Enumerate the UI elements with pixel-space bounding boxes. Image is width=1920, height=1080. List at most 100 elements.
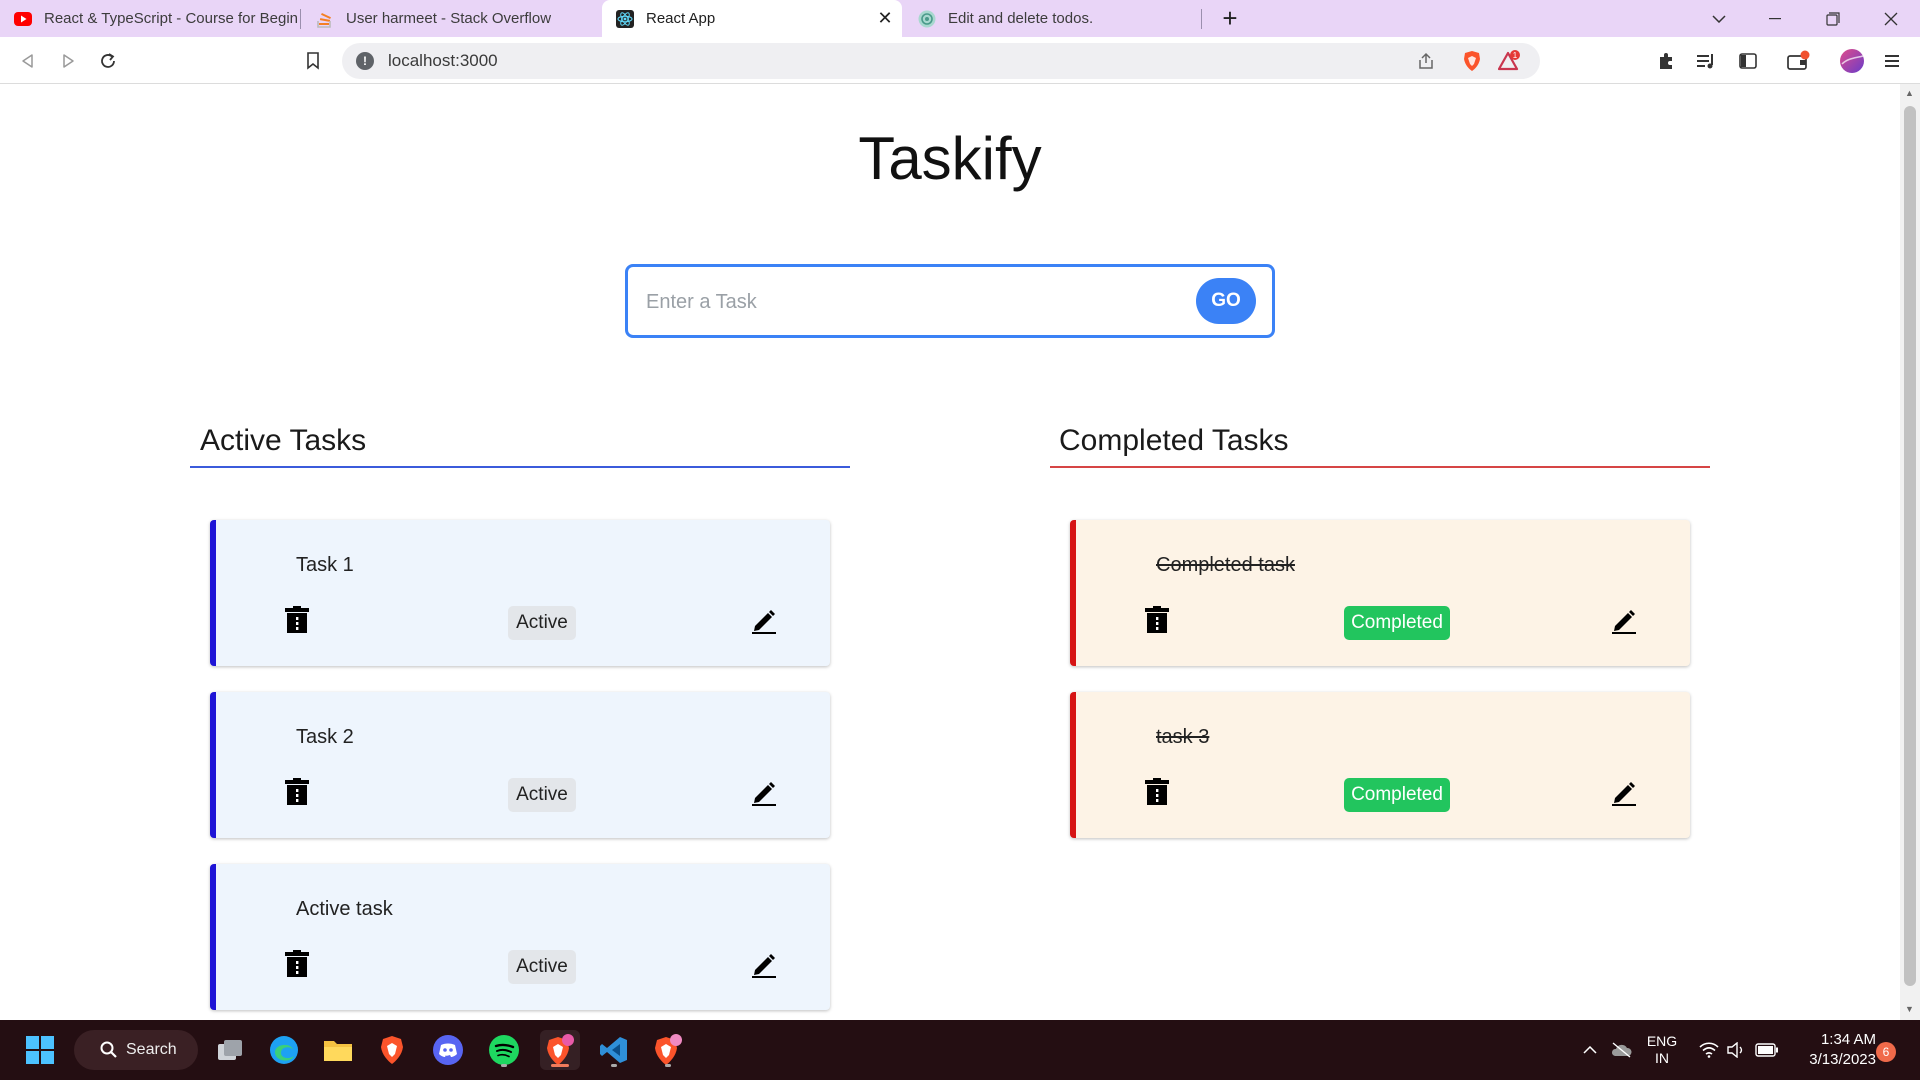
volume-icon[interactable] — [1724, 1020, 1748, 1080]
edit-pencil-icon[interactable] — [1610, 606, 1638, 634]
tab-stackoverflow[interactable]: User harmeet - Stack Overflow — [302, 0, 600, 37]
browser-tab-strip: React & TypeScript - Course for Begin Us… — [0, 0, 1920, 37]
status-badge: Completed — [1344, 778, 1450, 812]
tab-react-app[interactable]: React App ✕ — [602, 0, 902, 37]
brave-nightly-taskbar-icon[interactable] — [540, 1030, 580, 1070]
task-view-icon[interactable] — [210, 1030, 250, 1070]
battery-icon[interactable] — [1752, 1020, 1782, 1080]
active-task-card: Task 2 Active — [210, 692, 830, 838]
running-indicator — [611, 1064, 617, 1067]
stackoverflow-icon — [316, 10, 334, 28]
file-explorer-icon[interactable] — [318, 1030, 358, 1070]
active-tasks-heading: Active Tasks — [200, 424, 367, 457]
close-window-icon[interactable] — [1868, 0, 1914, 37]
restore-window-icon[interactable] — [1810, 0, 1856, 37]
active-window-indicator — [551, 1064, 569, 1067]
completed-heading-divider — [1050, 466, 1710, 468]
delete-icon[interactable] — [1144, 778, 1170, 806]
status-badge: Completed — [1344, 606, 1450, 640]
tab-title: React App — [646, 10, 716, 27]
delete-icon[interactable] — [284, 606, 310, 634]
brave-shields-icon[interactable] — [1458, 47, 1486, 75]
completed-tasks-heading: Completed Tasks — [1059, 424, 1289, 457]
brave-rewards-icon[interactable]: 1 — [1496, 47, 1524, 75]
taskbar-search-label: Search — [126, 1041, 177, 1058]
tab-chatgpt[interactable]: Edit and delete todos. — [904, 0, 1200, 37]
taskbar-clock[interactable]: 1:34 AM 3/13/2023 — [1796, 1030, 1876, 1070]
rewards-badge-count: 1 — [1513, 51, 1518, 60]
browser-toolbar: ! localhost:3000 1 — [0, 37, 1920, 84]
scroll-up-icon[interactable]: ▲ — [1905, 88, 1914, 98]
task-text: Completed task — [1156, 554, 1295, 576]
app-title: Taskify — [858, 125, 1042, 192]
address-bar[interactable]: ! localhost:3000 1 — [342, 43, 1540, 79]
task-input-form: GO — [625, 264, 1275, 338]
discord-icon[interactable] — [428, 1030, 468, 1070]
tab-youtube[interactable]: React & TypeScript - Course for Begin — [0, 0, 300, 37]
brave-beta-taskbar-icon[interactable] — [648, 1030, 688, 1070]
edit-pencil-icon[interactable] — [750, 606, 778, 634]
wifi-icon[interactable] — [1696, 1020, 1722, 1080]
tab-search-dropdown-icon[interactable] — [1696, 0, 1742, 37]
edge-browser-icon[interactable] — [264, 1030, 304, 1070]
forward-icon[interactable] — [54, 47, 82, 75]
region-code: IN — [1655, 1050, 1669, 1066]
active-heading-divider — [190, 466, 850, 468]
menu-icon[interactable] — [1878, 47, 1906, 75]
clock-time: 1:34 AM — [1820, 1031, 1876, 1048]
clock-date: 3/13/2023 — [1809, 1051, 1876, 1068]
scrollbar-thumb[interactable] — [1904, 106, 1916, 986]
share-icon[interactable] — [1412, 47, 1440, 75]
edit-pencil-icon[interactable] — [750, 950, 778, 978]
brave-taskbar-icon[interactable] — [372, 1030, 412, 1070]
tab-title: React & TypeScript - Course for Begin — [44, 10, 299, 27]
edit-pencil-icon[interactable] — [1610, 778, 1638, 806]
profile-avatar[interactable] — [1838, 47, 1866, 75]
status-badge: Active — [508, 606, 576, 640]
site-info-icon[interactable]: ! — [356, 52, 374, 70]
tab-title: Edit and delete todos. — [948, 10, 1094, 27]
task-input[interactable] — [646, 285, 1146, 319]
windows-taskbar: Search ENG IN 1:34 AM 3/13/2023 6 — [0, 1020, 1920, 1080]
completed-task-card: Completed task Completed — [1070, 520, 1690, 666]
scroll-down-icon[interactable]: ▼ — [1905, 1004, 1914, 1014]
tab-separator — [1201, 9, 1202, 29]
bookmark-icon[interactable] — [299, 47, 327, 75]
language-code: ENG — [1646, 1033, 1678, 1049]
running-indicator — [501, 1064, 507, 1067]
windows-start-icon[interactable] — [20, 1030, 60, 1070]
search-icon — [100, 1041, 117, 1058]
spotify-icon[interactable] — [484, 1030, 524, 1070]
wallet-icon[interactable] — [1784, 47, 1812, 75]
notification-count-badge[interactable]: 6 — [1876, 1042, 1896, 1062]
reload-icon[interactable] — [94, 47, 122, 75]
taskbar-search[interactable]: Search — [74, 1030, 198, 1070]
sidebar-icon[interactable] — [1734, 47, 1762, 75]
task-text: Task 2 — [296, 726, 354, 748]
active-task-card: Task 1 Active — [210, 520, 830, 666]
task-text: Task 1 — [296, 554, 354, 576]
close-tab-icon[interactable]: ✕ — [876, 8, 894, 28]
go-button[interactable]: GO — [1196, 278, 1256, 324]
language-indicator[interactable]: ENG IN — [1642, 1020, 1682, 1080]
page-scrollbar[interactable]: ▲ ▼ — [1900, 84, 1920, 1020]
media-playlist-icon[interactable] — [1692, 47, 1720, 75]
delete-icon[interactable] — [1144, 606, 1170, 634]
extensions-icon[interactable] — [1652, 47, 1680, 75]
delete-icon[interactable] — [284, 778, 310, 806]
vscode-icon[interactable] — [594, 1030, 634, 1070]
task-text: Active task — [296, 898, 393, 920]
react-icon — [616, 9, 634, 28]
edit-pencil-icon[interactable] — [750, 778, 778, 806]
task-text: task 3 — [1156, 726, 1210, 748]
minimize-window-icon[interactable] — [1752, 0, 1798, 37]
back-icon[interactable] — [14, 47, 42, 75]
status-badge: Active — [508, 950, 576, 984]
delete-icon[interactable] — [284, 950, 310, 978]
chatgpt-icon — [918, 10, 936, 28]
new-tab-button[interactable]: + — [1216, 3, 1244, 33]
url-text: localhost:3000 — [388, 51, 498, 70]
onedrive-offline-icon[interactable] — [1606, 1020, 1636, 1080]
show-hidden-icons-chevron-icon[interactable] — [1578, 1020, 1602, 1080]
status-badge: Active — [508, 778, 576, 812]
